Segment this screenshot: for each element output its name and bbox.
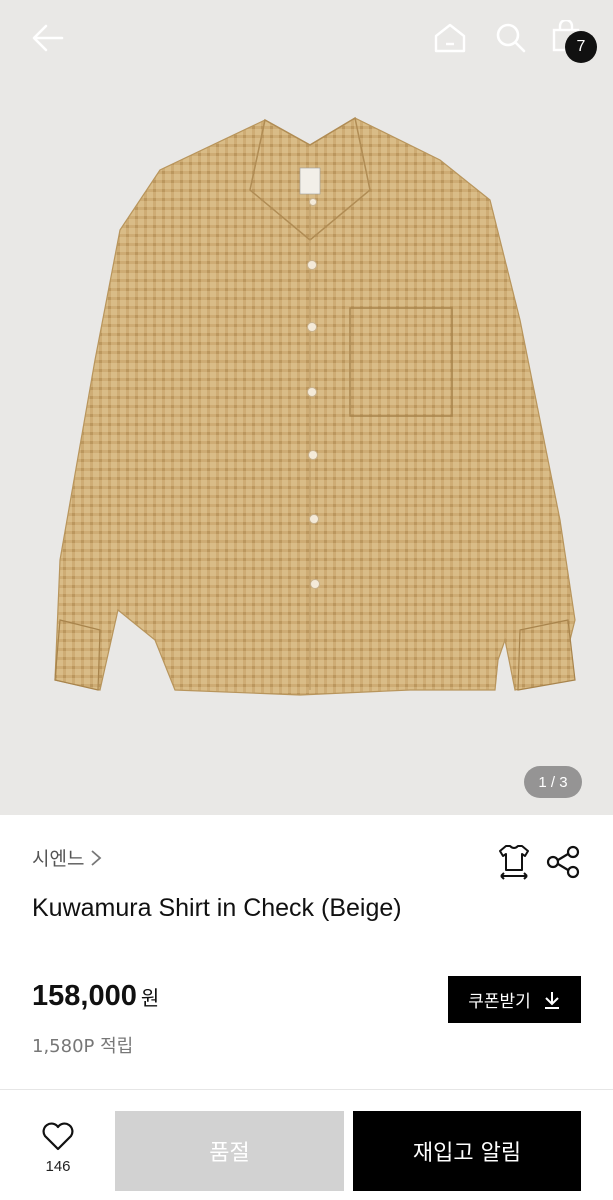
home-icon xyxy=(434,23,466,53)
home-button[interactable] xyxy=(428,16,472,60)
wishlist-count: 146 xyxy=(45,1158,71,1175)
product-title: Kuwamura Shirt in Check (Beige) xyxy=(32,894,402,922)
search-button[interactable] xyxy=(489,16,533,60)
product-photo xyxy=(54,116,576,696)
download-coupon-button[interactable]: 쿠폰받기 xyxy=(448,976,581,1023)
wishlist-button[interactable]: 146 xyxy=(28,1122,88,1188)
top-navigation-bar: 7 xyxy=(0,0,613,80)
size-guide-icon xyxy=(499,845,529,880)
cart-count-badge: 7 xyxy=(565,31,597,63)
back-button[interactable] xyxy=(24,16,72,60)
arrow-left-icon xyxy=(32,24,64,52)
restock-alert-button[interactable]: 재입고 알림 xyxy=(353,1111,581,1191)
price-row: 158,000 원 xyxy=(32,980,159,1013)
search-icon xyxy=(496,23,526,53)
share-button[interactable] xyxy=(544,842,582,882)
product-price: 158,000 xyxy=(32,980,137,1012)
brand-link[interactable]: 시엔느 xyxy=(32,844,102,871)
divider xyxy=(0,1089,613,1090)
share-icon xyxy=(546,845,580,879)
coupon-label: 쿠폰받기 xyxy=(468,992,531,1012)
download-icon xyxy=(544,991,559,1009)
size-guide-button[interactable] xyxy=(494,842,534,882)
price-currency: 원 xyxy=(140,986,160,1010)
brand-name: 시엔느 xyxy=(32,848,85,870)
product-image-gallery[interactable]: 7 1 / 3 xyxy=(0,0,613,815)
soldout-button[interactable]: 품절 xyxy=(115,1111,344,1191)
heart-icon xyxy=(42,1122,74,1151)
chevron-right-icon xyxy=(91,849,102,866)
reward-points: 1,580P 적립 xyxy=(32,1036,134,1057)
image-pager-indicator: 1 / 3 xyxy=(524,766,582,798)
